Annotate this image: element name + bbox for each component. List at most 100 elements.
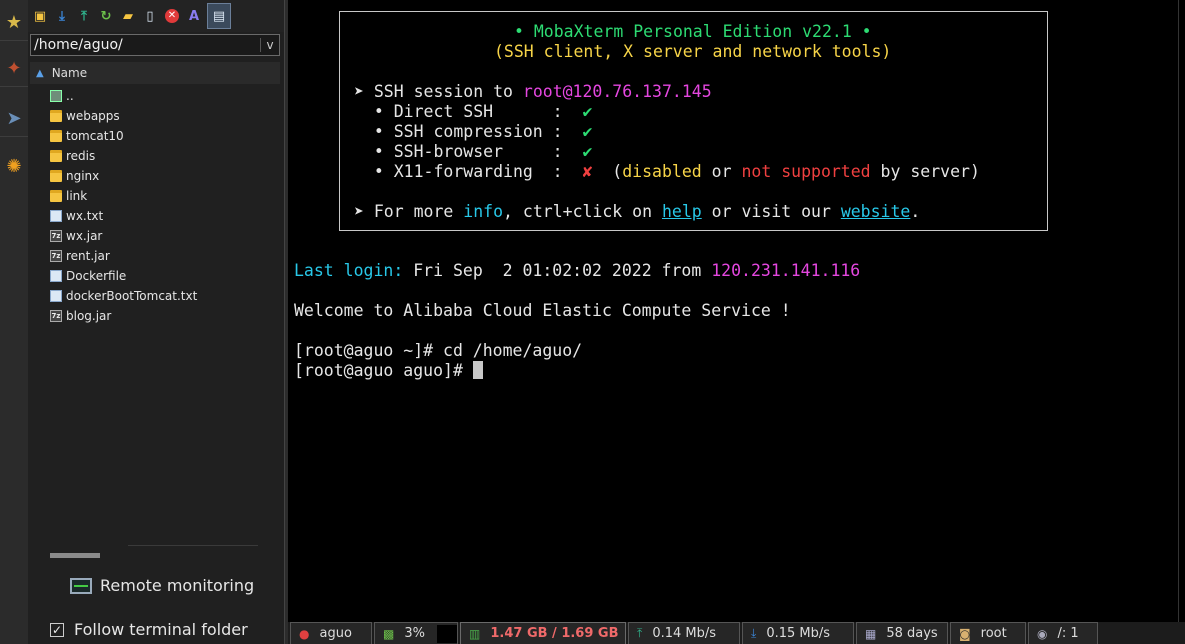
new-file-icon[interactable]: ▯ <box>141 7 159 25</box>
upload-arrow-icon: ⤒ <box>637 626 643 640</box>
archive-icon: 7z <box>50 250 62 262</box>
ssh-browser-line: • SSH-browser : ✔ <box>354 142 593 162</box>
clock-icon: ▦ <box>865 626 877 641</box>
cpu-graph <box>436 624 457 643</box>
horizontal-scrollbar[interactable] <box>50 553 100 558</box>
folder-icon <box>50 150 62 162</box>
rename-icon[interactable]: A <box>185 7 203 25</box>
column-name[interactable]: Name <box>52 66 87 80</box>
terminal-cursor <box>472 361 483 379</box>
side-tool-strip: ★ ✦ ➤ ✺ <box>0 0 29 644</box>
status-cpu[interactable]: ▩ 3% <box>374 622 458 644</box>
file-row[interactable]: wx.txt <box>50 206 280 226</box>
star-icon[interactable]: ★ <box>0 4 28 41</box>
ssh-compression-line: • SSH compression : ✔ <box>354 122 593 142</box>
follow-terminal-folder-checkbox[interactable]: ✓ <box>50 622 64 637</box>
file-row[interactable]: webapps <box>50 106 280 126</box>
file-row[interactable]: 7z blog.jar <box>50 306 280 326</box>
check-icon: ✔ <box>582 142 593 161</box>
help-link[interactable]: help <box>662 202 702 221</box>
file-name: blog.jar <box>66 309 112 323</box>
terminal-folder-icon[interactable]: ▤ <box>207 3 231 29</box>
folder-icon <box>50 130 62 142</box>
file-icon <box>50 290 62 302</box>
new-folder-icon[interactable]: ▰ <box>119 7 137 25</box>
file-name: wx.jar <box>66 229 103 243</box>
terminal[interactable]: • MobaXterm Personal Edition v22.1 • (SS… <box>288 0 1185 622</box>
delete-icon[interactable]: ✕ <box>163 7 181 25</box>
x11-disabled: disabled <box>622 162 702 181</box>
macros-icon[interactable]: ✺ <box>0 148 28 184</box>
last-login-label: Last login: <box>294 261 404 280</box>
file-name: .. <box>66 89 74 103</box>
prompt-text: [root@aguo aguo]# <box>294 361 473 380</box>
memory-label: 1.47 GB / 1.69 GB <box>490 626 619 641</box>
file-row[interactable]: link <box>50 186 280 206</box>
file-row[interactable]: .. <box>50 86 280 106</box>
send-icon[interactable]: ➤ <box>0 100 28 137</box>
remote-monitoring-button[interactable]: Remote monitoring <box>70 576 254 595</box>
more-visit: or visit our <box>701 202 841 221</box>
prompt-line[interactable]: [root@aguo aguo]# <box>294 361 483 381</box>
folder-icon <box>50 170 62 182</box>
session-prefix: ➤ SSH session to <box>354 82 523 101</box>
download-icon[interactable]: ⤓ <box>53 7 71 25</box>
file-name: nginx <box>66 169 100 183</box>
status-user[interactable]: ◙ root <box>950 622 1026 644</box>
monitor-icon <box>70 577 92 594</box>
memory-icon: ▥ <box>469 626 481 641</box>
website-link[interactable]: website <box>841 202 911 221</box>
folder-icon <box>50 110 62 122</box>
follow-terminal-folder-option[interactable]: ✓ Follow terminal folder <box>50 620 248 639</box>
status-memory[interactable]: ▥ 1.47 GB / 1.69 GB <box>460 622 626 644</box>
parent-folder-icon <box>50 90 62 102</box>
status-host[interactable]: ● aguo <box>290 622 372 644</box>
redhat-icon: ● <box>299 626 310 641</box>
upload-label: 0.14 Mb/s <box>652 626 717 641</box>
file-row[interactable]: 7z wx.jar <box>50 226 280 246</box>
file-list-header[interactable]: ▲ Name <box>30 62 280 84</box>
status-uptime[interactable]: ▦ 58 days <box>856 622 948 644</box>
more-info-line: ➤ For more info, ctrl+click on help or v… <box>354 202 920 222</box>
up-folder-icon[interactable]: ▣ <box>31 7 49 25</box>
chevron-down-icon[interactable]: v <box>260 38 279 52</box>
x11-label: • X11-forwarding : <box>354 162 583 181</box>
last-login-time: Fri Sep 2 01:02:02 2022 from <box>403 261 712 280</box>
user-label: root <box>980 626 1007 641</box>
file-name: wx.txt <box>66 209 104 223</box>
banner-title: • MobaXterm Personal Edition v22.1 • <box>514 22 872 41</box>
x11-note-open: ( <box>592 162 623 181</box>
refresh-icon[interactable]: ↻ <box>97 7 115 25</box>
file-row[interactable]: tomcat10 <box>50 126 280 146</box>
archive-icon: 7z <box>50 310 62 322</box>
cross-icon: ✘ <box>582 162 593 181</box>
file-row[interactable]: 7z rent.jar <box>50 246 280 266</box>
path-input[interactable]: /home/aguo/ v <box>30 34 280 56</box>
info-link[interactable]: info <box>463 202 503 221</box>
upload-icon[interactable]: ⤒ <box>75 7 93 25</box>
terminal-scrollbar[interactable] <box>1178 0 1185 622</box>
status-upload[interactable]: ⤒ 0.14 Mb/s <box>628 622 740 644</box>
last-login-line: Last login: Fri Sep 2 01:02:02 2022 from… <box>294 261 860 281</box>
download-label: 0.15 Mb/s <box>766 626 831 641</box>
download-arrow-icon: ⤓ <box>751 626 757 640</box>
cpu-label: 3% <box>404 626 425 641</box>
file-name: redis <box>66 149 96 163</box>
session-target: root@120.76.137.145 <box>522 82 712 101</box>
file-row[interactable]: nginx <box>50 166 280 186</box>
status-download[interactable]: ⤓ 0.15 Mb/s <box>742 622 854 644</box>
check-icon: ✔ <box>582 122 593 141</box>
file-row[interactable]: dockerBootTomcat.txt <box>50 286 280 306</box>
status-disk[interactable]: ◉ /: 1 <box>1028 622 1098 644</box>
more-mid: , ctrl+click on <box>503 202 662 221</box>
disk-icon: ◉ <box>1037 626 1048 641</box>
welcome-banner: • MobaXterm Personal Edition v22.1 • (SS… <box>339 11 1048 231</box>
welcome-line: Welcome to Alibaba Cloud Elastic Compute… <box>294 301 791 320</box>
file-icon <box>50 210 62 222</box>
file-row[interactable]: Dockerfile <box>50 266 280 286</box>
x11-or: or <box>701 162 742 181</box>
x11-by-server: by server) <box>870 162 980 181</box>
file-row[interactable]: redis <box>50 146 280 166</box>
path-value[interactable]: /home/aguo/ <box>31 37 260 53</box>
tools-icon[interactable]: ✦ <box>0 50 28 87</box>
